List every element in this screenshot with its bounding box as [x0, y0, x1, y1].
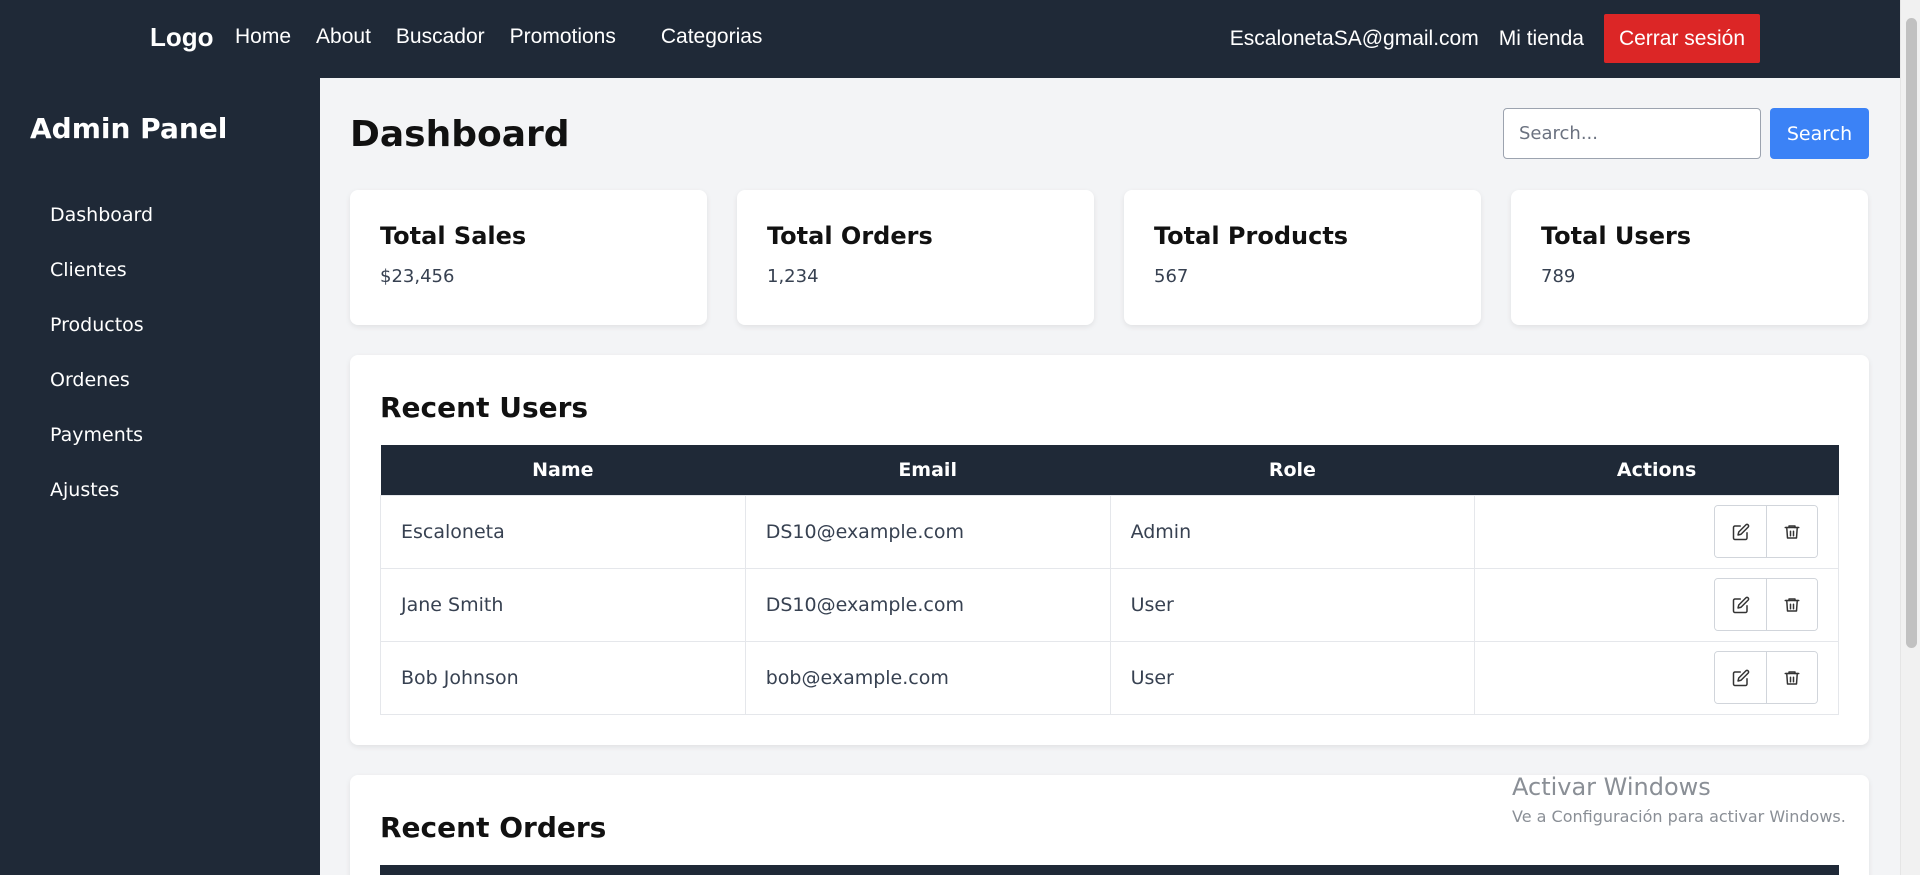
recent-users-panel: Recent Users Name Email Role Actions Esc… [350, 355, 1869, 745]
sidebar-item-dashboard[interactable]: Dashboard [50, 204, 153, 259]
logout-button[interactable]: Cerrar sesión [1603, 14, 1760, 63]
edit-icon [1732, 523, 1749, 540]
page-title: Dashboard [350, 114, 570, 155]
sidebar-title: Admin Panel [30, 112, 228, 145]
sidebar-item-ordenes[interactable]: Ordenes [50, 369, 153, 424]
my-store-link[interactable]: Mi tienda [1499, 27, 1584, 51]
stat-card-users: Total Users 789 [1511, 190, 1868, 325]
table-row: Jane Smith DS10@example.com User [380, 567, 1839, 642]
row-actions [1714, 578, 1818, 631]
recent-users-title: Recent Users [380, 391, 589, 424]
sidebar: Admin Panel Dashboard Clientes Productos… [0, 78, 320, 875]
cell-name: Escaloneta [380, 494, 746, 569]
stat-value: 567 [1154, 266, 1189, 287]
row-actions [1714, 651, 1818, 704]
nav-link-buscador[interactable]: Buscador [396, 25, 485, 49]
sidebar-item-payments[interactable]: Payments [50, 424, 153, 479]
delete-button[interactable] [1766, 579, 1817, 630]
sidebar-item-productos[interactable]: Productos [50, 314, 153, 369]
delete-button[interactable] [1766, 506, 1817, 557]
stat-label: Total Sales [380, 222, 527, 250]
user-email[interactable]: EscalonetaSA@gmail.com [1230, 27, 1479, 51]
sidebar-item-clientes[interactable]: Clientes [50, 259, 153, 314]
top-navbar: Logo Home About Buscador Promotions Cate… [0, 0, 1900, 78]
edit-button[interactable] [1715, 579, 1766, 630]
nav-link-promotions[interactable]: Promotions [510, 25, 616, 49]
table-header-row: Name Email Role Actions [380, 445, 1839, 495]
user-area: EscalonetaSA@gmail.com Mi tienda Cerrar … [1230, 14, 1760, 63]
nav-link-categorias[interactable]: Categorias [661, 25, 763, 49]
watermark-subtitle: Ve a Configuración para activar Windows. [1512, 807, 1846, 826]
trash-icon [1784, 670, 1800, 685]
table-row: Bob Johnson bob@example.com User [380, 640, 1839, 715]
cell-email: DS10@example.com [744, 494, 1111, 569]
cell-name: Jane Smith [380, 567, 746, 642]
stat-card-products: Total Products 567 [1124, 190, 1481, 325]
vertical-scrollbar[interactable] [1900, 0, 1920, 875]
nav-link-home[interactable]: Home [235, 25, 291, 49]
stat-label: Total Products [1154, 222, 1349, 250]
edit-button[interactable] [1715, 506, 1766, 557]
cell-name: Bob Johnson [380, 640, 746, 715]
column-header-email: Email [745, 445, 1111, 495]
nav-link-about[interactable]: About [316, 25, 371, 49]
sidebar-item-ajustes[interactable]: Ajustes [50, 479, 153, 534]
orders-table-header [380, 865, 1839, 875]
top-nav: Home About Buscador Promotions Categoria… [235, 25, 787, 49]
table-row: Escaloneta DS10@example.com Admin [380, 494, 1839, 569]
sidebar-menu: Dashboard Clientes Productos Ordenes Pay… [50, 204, 153, 534]
stats-row: Total Sales $23,456 Total Orders 1,234 T… [350, 190, 1868, 325]
trash-icon [1784, 597, 1800, 612]
cell-actions [1474, 494, 1839, 569]
stat-value: $23,456 [380, 266, 455, 287]
edit-icon [1732, 669, 1749, 686]
column-header-role: Role [1110, 445, 1475, 495]
stat-value: 789 [1541, 266, 1576, 287]
row-actions [1714, 505, 1818, 558]
column-header-actions: Actions [1474, 445, 1839, 495]
stat-label: Total Users [1541, 222, 1692, 250]
stat-value: 1,234 [767, 266, 819, 287]
trash-icon [1784, 524, 1800, 539]
windows-activation-watermark: Activar Windows Ve a Configuración para … [1512, 773, 1846, 826]
stat-card-orders: Total Orders 1,234 [737, 190, 1094, 325]
search-input[interactable] [1503, 108, 1761, 159]
search-button[interactable]: Search [1770, 108, 1869, 159]
column-header-name: Name [380, 445, 746, 495]
cell-actions [1474, 640, 1839, 715]
cell-role: User [1109, 640, 1476, 715]
scrollbar-thumb[interactable] [1906, 18, 1917, 648]
edit-button[interactable] [1715, 652, 1766, 703]
logo[interactable]: Logo [150, 22, 214, 53]
cell-role: Admin [1109, 494, 1476, 569]
stat-label: Total Orders [767, 222, 933, 250]
cell-email: bob@example.com [744, 640, 1111, 715]
stat-card-sales: Total Sales $23,456 [350, 190, 707, 325]
edit-icon [1732, 596, 1749, 613]
main-content: Dashboard Search Total Sales $23,456 Tot… [320, 78, 1900, 875]
cell-email: DS10@example.com [744, 567, 1111, 642]
watermark-title: Activar Windows [1512, 773, 1711, 801]
cell-role: User [1109, 567, 1476, 642]
cell-actions [1474, 567, 1839, 642]
recent-orders-title: Recent Orders [380, 811, 607, 844]
delete-button[interactable] [1766, 652, 1817, 703]
users-table: Name Email Role Actions Escaloneta DS10@… [380, 445, 1839, 715]
